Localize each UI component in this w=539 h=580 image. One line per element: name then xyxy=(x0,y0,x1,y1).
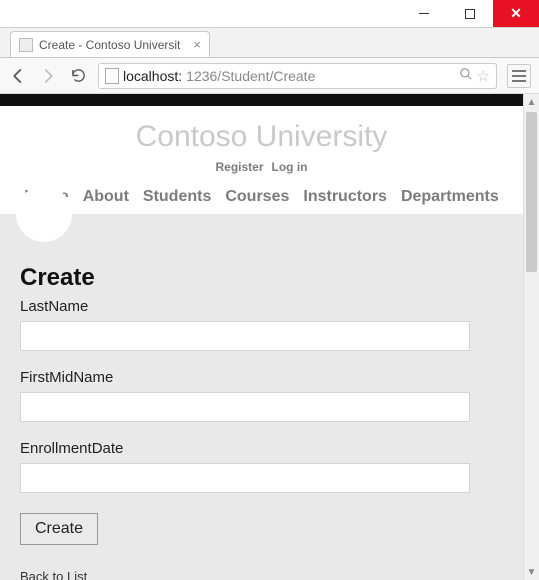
address-bar[interactable]: localhost:1236/Student/Create ☆ xyxy=(98,63,497,89)
browser-menu-button[interactable] xyxy=(507,64,531,88)
url-path: 1236/Student/Create xyxy=(186,68,315,84)
nav-courses[interactable]: Courses xyxy=(225,188,289,206)
scroll-down-icon[interactable]: ▼ xyxy=(524,564,539,580)
reload-icon xyxy=(70,67,87,84)
browser-tab[interactable]: Create - Contoso Universit × xyxy=(10,31,210,57)
page-content: Contoso University Register Log in Home … xyxy=(0,94,523,580)
zoom-icon[interactable] xyxy=(459,67,473,84)
arrow-left-icon xyxy=(9,67,27,85)
back-to-list-link[interactable]: Back to List xyxy=(20,569,87,580)
register-link[interactable]: Register xyxy=(215,160,263,174)
avatar-placeholder xyxy=(16,186,72,242)
arrow-right-icon xyxy=(39,67,57,85)
enrollmentdate-input[interactable] xyxy=(20,463,470,493)
firstmidname-label: FirstMidName xyxy=(20,369,503,386)
tab-title: Create - Contoso Universit xyxy=(39,38,187,52)
site-title: Contoso University xyxy=(10,120,513,154)
page-heading: Create xyxy=(20,264,503,292)
tab-close-icon[interactable]: × xyxy=(193,37,201,52)
forward-button[interactable] xyxy=(38,67,58,85)
reload-button[interactable] xyxy=(68,67,88,84)
scroll-thumb[interactable] xyxy=(526,112,537,272)
window-titlebar: ✕ xyxy=(0,0,539,28)
browser-toolbar: localhost:1236/Student/Create ☆ xyxy=(0,58,539,94)
bookmark-star-icon[interactable]: ☆ xyxy=(477,67,490,85)
site-header: Contoso University Register Log in Home … xyxy=(0,106,523,214)
browser-viewport: Contoso University Register Log in Home … xyxy=(0,94,539,580)
main-nav: Home About Students Courses Instructors … xyxy=(10,188,513,206)
page-info-icon[interactable] xyxy=(105,68,119,84)
hamburger-icon xyxy=(512,70,526,72)
nav-students[interactable]: Students xyxy=(143,188,211,206)
lastname-input[interactable] xyxy=(20,321,470,351)
scroll-up-icon[interactable]: ▲ xyxy=(524,94,539,110)
create-button[interactable]: Create xyxy=(20,513,98,545)
window-close-button[interactable]: ✕ xyxy=(493,0,539,27)
firstmidname-input[interactable] xyxy=(20,392,470,422)
nav-about[interactable]: About xyxy=(83,188,129,206)
create-form: Create LastName FirstMidName EnrollmentD… xyxy=(0,214,523,580)
url-host: localhost: xyxy=(123,68,182,84)
login-link[interactable]: Log in xyxy=(272,160,308,174)
vertical-scrollbar[interactable]: ▲ ▼ xyxy=(523,94,539,580)
nav-instructors[interactable]: Instructors xyxy=(303,188,387,206)
window-minimize-button[interactable] xyxy=(401,0,447,27)
browser-tabstrip: Create - Contoso Universit × xyxy=(0,28,539,58)
window-maximize-button[interactable] xyxy=(447,0,493,27)
top-black-bar xyxy=(0,94,523,106)
auth-links: Register Log in xyxy=(10,160,513,174)
lastname-label: LastName xyxy=(20,298,503,315)
nav-departments[interactable]: Departments xyxy=(401,188,499,206)
enrollmentdate-label: EnrollmentDate xyxy=(20,440,503,457)
page-favicon-icon xyxy=(19,38,33,52)
back-button[interactable] xyxy=(8,67,28,85)
